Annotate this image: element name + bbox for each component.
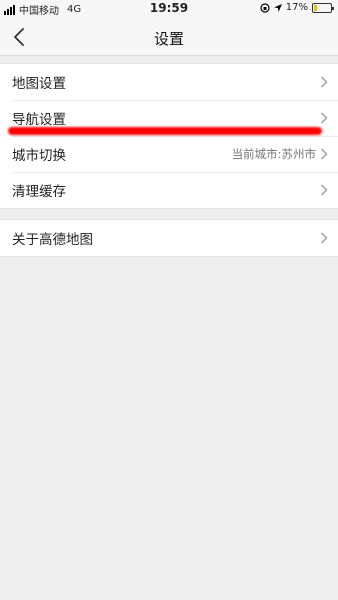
chevron-right-icon xyxy=(321,232,328,244)
page-title: 设置 xyxy=(153,30,184,48)
settings-item-label: 清理缓存 xyxy=(12,184,66,200)
battery-level xyxy=(314,4,317,11)
settings-group-about: 关于高德地图 xyxy=(0,219,338,257)
settings-item-clear-cache[interactable]: 清理缓存 xyxy=(0,172,338,208)
settings-group-main: 地图设置 导航设置 城市切换 当前城市:苏州市 清理缓存 xyxy=(0,63,338,209)
settings-item-city-switch[interactable]: 城市切换 当前城市:苏州市 xyxy=(0,136,338,172)
chevron-right-icon xyxy=(321,76,328,88)
settings-item-label: 导航设置 xyxy=(12,112,66,128)
location-arrow-icon xyxy=(273,3,282,12)
settings-item-map[interactable]: 地图设置 xyxy=(0,64,338,100)
status-bar: 中国移动 4G 19:59 17% xyxy=(0,0,338,18)
battery-percent: 17% xyxy=(285,2,308,13)
rotation-lock-icon xyxy=(260,2,270,13)
settings-item-label: 关于高德地图 xyxy=(12,232,93,248)
nav-bar: 设置 xyxy=(0,18,338,56)
settings-item-label: 地图设置 xyxy=(12,76,66,92)
settings-item-label: 城市切换 xyxy=(12,148,66,164)
current-city-value: 当前城市:苏州市 xyxy=(231,147,316,161)
battery-icon xyxy=(312,2,334,13)
chevron-right-icon xyxy=(321,148,328,160)
status-right: 17% xyxy=(260,2,334,13)
chevron-right-icon xyxy=(321,184,328,196)
red-highlight-mark xyxy=(8,127,322,135)
settings-item-about[interactable]: 关于高德地图 xyxy=(0,220,338,256)
chevron-right-icon xyxy=(321,112,328,124)
